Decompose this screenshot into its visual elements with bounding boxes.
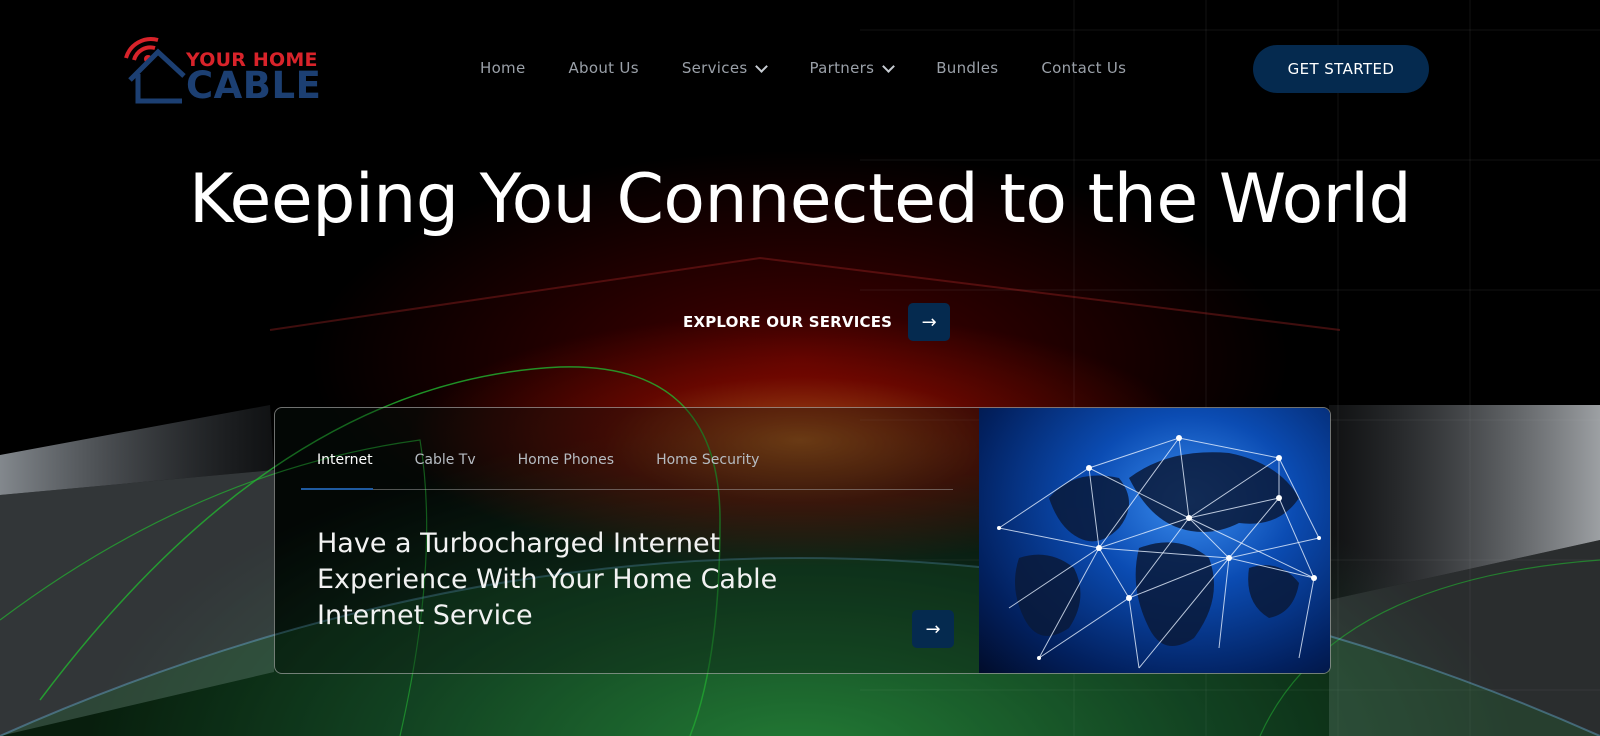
hero-title: Keeping You Connected to the World bbox=[188, 160, 1412, 239]
network-globe-image bbox=[979, 408, 1330, 673]
nav-partners-label: Partners bbox=[809, 59, 875, 77]
globe-network-graphic bbox=[997, 435, 1321, 669]
logo[interactable]: YOUR HOME CABLE bbox=[124, 34, 322, 107]
chevron-down-icon bbox=[882, 59, 896, 73]
main-nav: Home About Us Services Partners Bundles … bbox=[480, 56, 1169, 80]
explore-services-label: EXPLORE OUR SERVICES bbox=[683, 313, 893, 331]
card-arrow-button[interactable]: → bbox=[912, 610, 954, 648]
nav-home-label: Home bbox=[480, 59, 526, 77]
tabs-divider bbox=[301, 489, 953, 490]
nav-about-us-label: About Us bbox=[568, 59, 639, 77]
nav-services[interactable]: Services bbox=[681, 59, 769, 77]
arrow-right-icon[interactable]: → bbox=[908, 303, 951, 341]
nav-bundles-label: Bundles bbox=[936, 59, 999, 77]
service-tabs: Internet Cable Tv Home Phones Home Secur… bbox=[317, 452, 801, 468]
tab-internet[interactable]: Internet bbox=[317, 452, 373, 468]
arrow-right-icon: → bbox=[925, 618, 941, 640]
nav-services-label: Services bbox=[681, 59, 748, 77]
logo-line2: CABLE bbox=[186, 64, 322, 107]
nav-home[interactable]: Home bbox=[480, 59, 526, 77]
tab-home-phones[interactable]: Home Phones bbox=[518, 452, 614, 468]
chevron-down-icon bbox=[755, 59, 769, 73]
house-wifi-icon bbox=[124, 37, 186, 104]
nav-about-us[interactable]: About Us bbox=[569, 59, 639, 77]
card-headline: Have a Turbocharged Internet Experience … bbox=[317, 528, 778, 631]
site-header: YOUR HOME CABLE Home About Us Services P… bbox=[0, 0, 1600, 136]
active-tab-indicator bbox=[301, 488, 373, 490]
nav-partners[interactable]: Partners bbox=[809, 59, 896, 77]
tab-home-security[interactable]: Home Security bbox=[656, 452, 759, 468]
explore-services-link[interactable]: EXPLORE OUR SERVICES → bbox=[683, 303, 951, 341]
nav-bundles[interactable]: Bundles bbox=[936, 59, 998, 77]
nav-contact-us-label: Contact Us bbox=[1041, 59, 1127, 77]
tab-cable-tv[interactable]: Cable Tv bbox=[415, 452, 476, 468]
services-card: Internet Cable Tv Home Phones Home Secur… bbox=[274, 407, 1331, 674]
get-started-button[interactable]: GET STARTED bbox=[1253, 45, 1429, 93]
page: YOUR HOME CABLE Home About Us Services P… bbox=[0, 0, 1600, 736]
nav-contact-us[interactable]: Contact Us bbox=[1041, 59, 1126, 77]
